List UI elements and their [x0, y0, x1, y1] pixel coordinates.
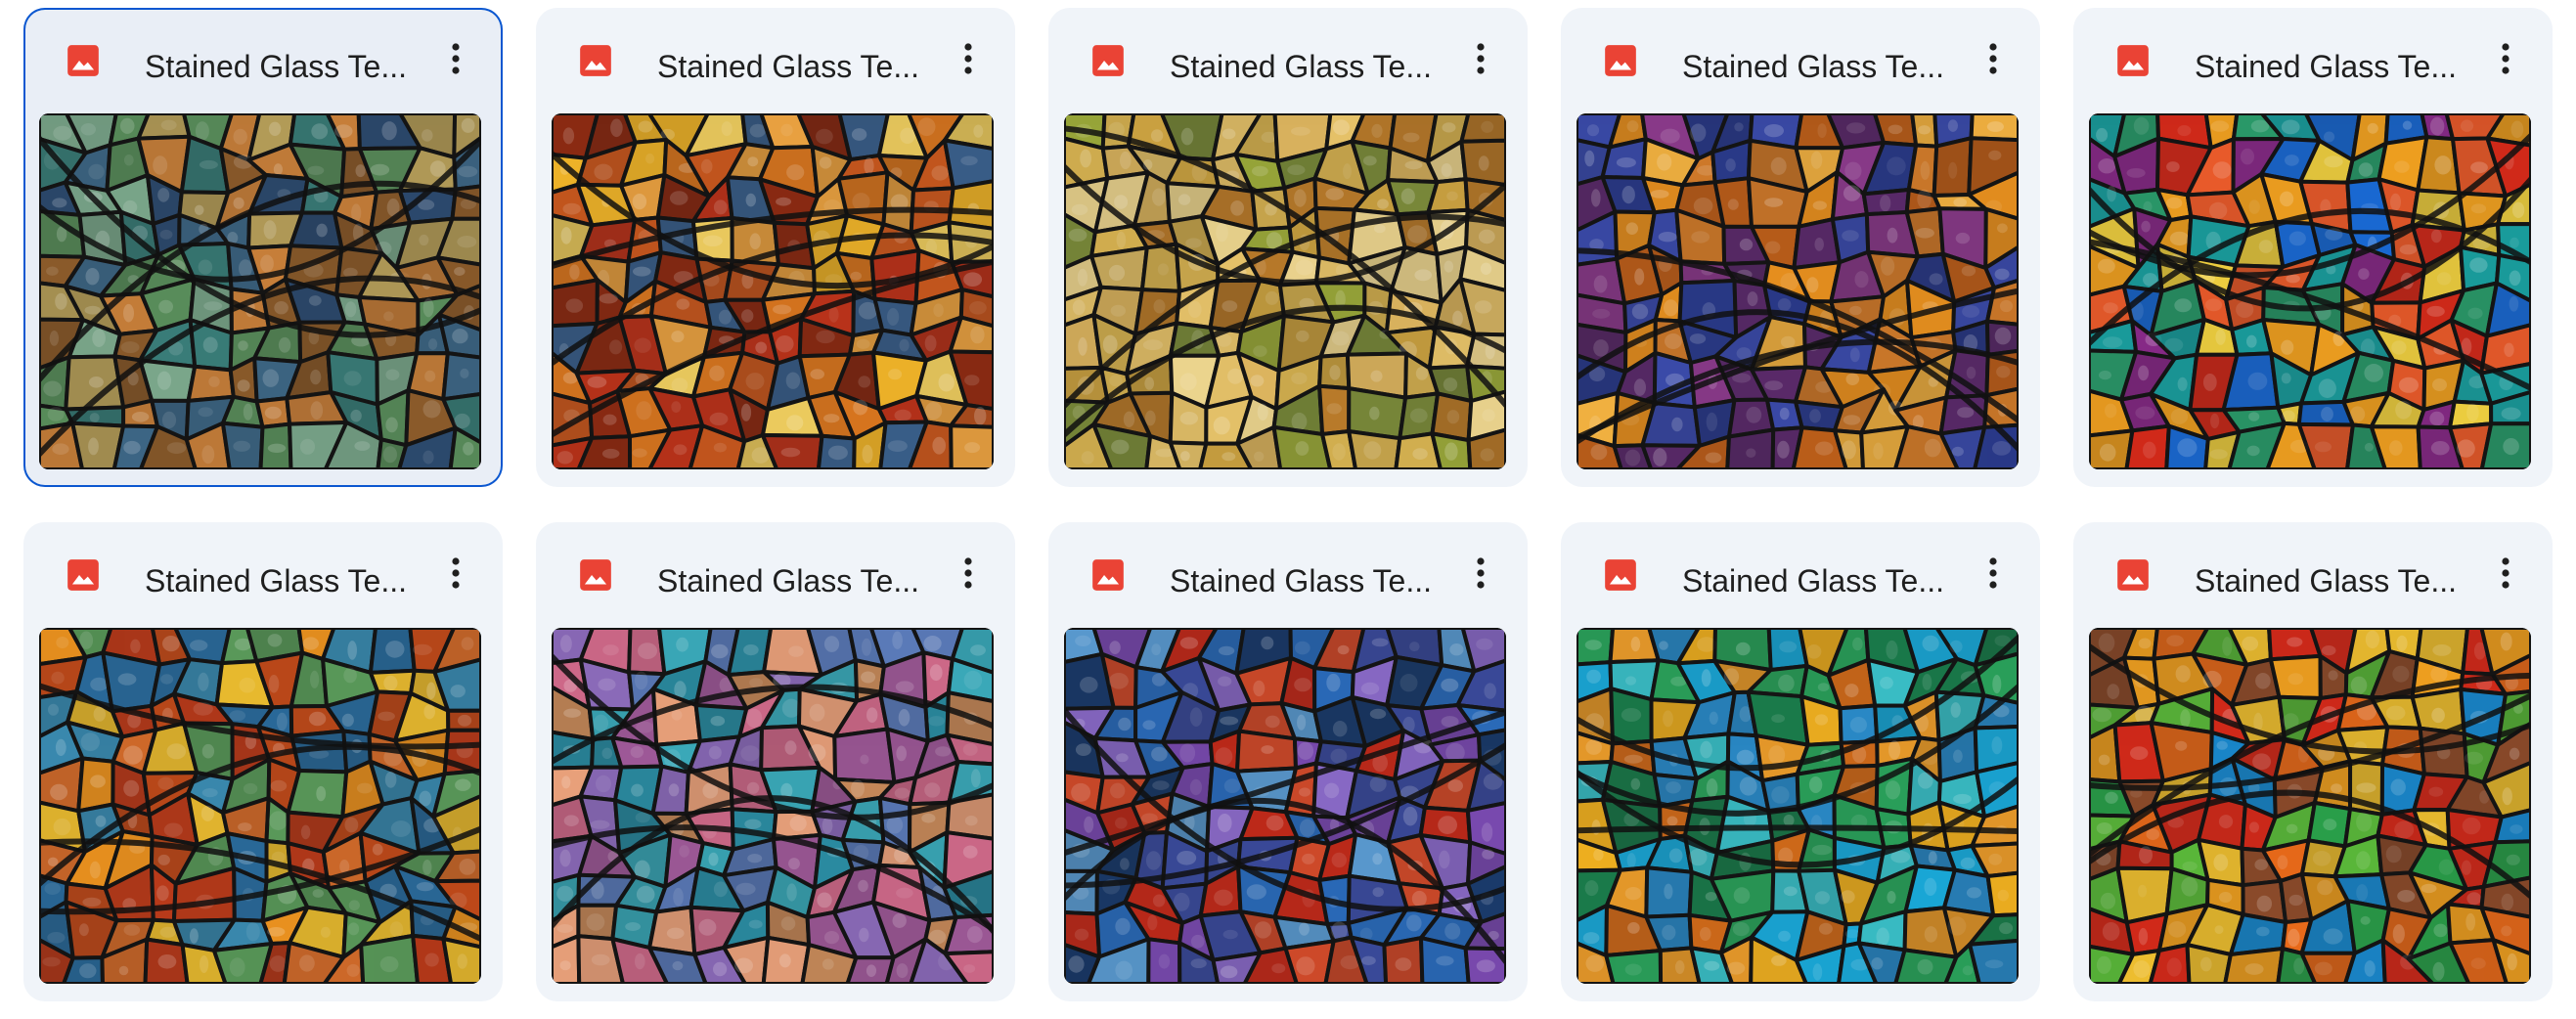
- file-card-header: Stained Glass Te...: [536, 8, 1015, 111]
- image-file-icon: [1089, 42, 1127, 79]
- file-title: Stained Glass Te...: [1682, 563, 1944, 598]
- stained-glass-image: [1577, 113, 2019, 469]
- file-card-header: Stained Glass Te...: [2073, 8, 2553, 111]
- file-card[interactable]: Stained Glass Te...: [2073, 8, 2553, 487]
- stained-glass-image: [1064, 113, 1506, 469]
- file-title: Stained Glass Te...: [1170, 563, 1432, 598]
- more-options-button[interactable]: [941, 546, 996, 600]
- more-options-button[interactable]: [1966, 546, 2021, 600]
- file-thumbnail[interactable]: [1064, 113, 1506, 469]
- file-card[interactable]: Stained Glass Te...: [1561, 522, 2040, 1001]
- file-card-header: Stained Glass Te...: [1048, 522, 1528, 626]
- file-thumbnail[interactable]: [39, 628, 481, 984]
- file-title: Stained Glass Te...: [2195, 563, 2457, 598]
- file-thumbnail[interactable]: [2089, 113, 2531, 469]
- more-vert-icon: [1477, 43, 1485, 74]
- file-thumbnail[interactable]: [1577, 628, 2019, 984]
- file-card-header: Stained Glass Te...: [1561, 522, 2040, 626]
- stained-glass-image: [39, 628, 481, 984]
- file-card[interactable]: Stained Glass Te...: [536, 522, 1015, 1001]
- file-card-header: Stained Glass Te...: [23, 8, 503, 111]
- file-thumbnail[interactable]: [1577, 113, 2019, 469]
- more-options-button[interactable]: [2478, 546, 2533, 600]
- image-file-icon: [1602, 556, 1639, 594]
- file-card-header: Stained Glass Te...: [23, 522, 503, 626]
- file-card[interactable]: Stained Glass Te...: [1048, 522, 1528, 1001]
- file-grid: Stained Glass Te... Stained Glass Te... St…: [23, 8, 2553, 1001]
- file-card[interactable]: Stained Glass Te...: [1048, 8, 1528, 487]
- more-options-button[interactable]: [1453, 546, 1508, 600]
- file-thumbnail[interactable]: [552, 113, 994, 469]
- image-file-icon: [2114, 42, 2152, 79]
- file-card[interactable]: Stained Glass Te...: [23, 8, 503, 487]
- image-file-icon: [1602, 42, 1639, 79]
- file-thumbnail[interactable]: [552, 628, 994, 984]
- stained-glass-image: [1064, 628, 1506, 984]
- file-title: Stained Glass Te...: [1170, 49, 1432, 84]
- file-card[interactable]: Stained Glass Te...: [1561, 8, 2040, 487]
- image-file-icon: [577, 42, 614, 79]
- file-card-header: Stained Glass Te...: [1561, 8, 2040, 111]
- more-options-button[interactable]: [428, 546, 483, 600]
- file-title: Stained Glass Te...: [657, 563, 919, 598]
- file-card-header: Stained Glass Te...: [1048, 8, 1528, 111]
- image-file-icon: [2114, 556, 2152, 594]
- image-file-icon: [1089, 556, 1127, 594]
- more-options-button[interactable]: [428, 31, 483, 86]
- file-title: Stained Glass Te...: [1682, 49, 1944, 84]
- stained-glass-image: [2089, 628, 2531, 984]
- stained-glass-image: [1577, 628, 2019, 984]
- file-title: Stained Glass Te...: [145, 563, 407, 598]
- more-vert-icon: [1989, 557, 1997, 589]
- stained-glass-image: [552, 113, 994, 469]
- stained-glass-image: [552, 628, 994, 984]
- file-title: Stained Glass Te...: [145, 49, 407, 84]
- more-vert-icon: [1989, 43, 1997, 74]
- image-file-icon: [65, 556, 102, 594]
- file-card-header: Stained Glass Te...: [536, 522, 1015, 626]
- more-options-button[interactable]: [941, 31, 996, 86]
- more-options-button[interactable]: [1453, 31, 1508, 86]
- more-vert-icon: [452, 557, 460, 589]
- more-vert-icon: [964, 43, 972, 74]
- file-thumbnail[interactable]: [2089, 628, 2531, 984]
- file-title: Stained Glass Te...: [2195, 49, 2457, 84]
- more-options-button[interactable]: [1966, 31, 2021, 86]
- stained-glass-image: [39, 113, 481, 469]
- image-file-icon: [577, 556, 614, 594]
- more-vert-icon: [1477, 557, 1485, 589]
- more-options-button[interactable]: [2478, 31, 2533, 86]
- file-thumbnail[interactable]: [39, 113, 481, 469]
- more-vert-icon: [452, 43, 460, 74]
- file-card[interactable]: Stained Glass Te...: [536, 8, 1015, 487]
- file-title: Stained Glass Te...: [657, 49, 919, 84]
- stained-glass-image: [2089, 113, 2531, 469]
- file-card[interactable]: Stained Glass Te...: [2073, 522, 2553, 1001]
- more-vert-icon: [964, 557, 972, 589]
- file-card[interactable]: Stained Glass Te...: [23, 522, 503, 1001]
- more-vert-icon: [2502, 557, 2509, 589]
- file-card-header: Stained Glass Te...: [2073, 522, 2553, 626]
- more-vert-icon: [2502, 43, 2509, 74]
- image-file-icon: [65, 42, 102, 79]
- file-thumbnail[interactable]: [1064, 628, 1506, 984]
